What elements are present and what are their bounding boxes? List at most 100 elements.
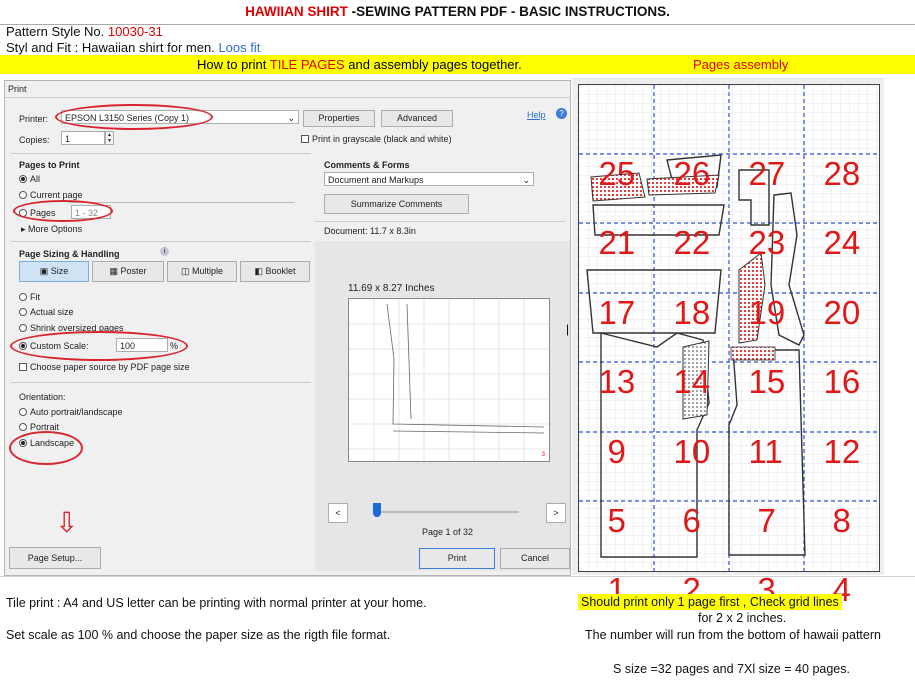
tile-number-16: 16 <box>823 363 861 401</box>
orientation-heading: Orientation: <box>19 392 66 402</box>
fit-radio[interactable] <box>19 293 27 301</box>
divider <box>315 221 565 222</box>
style-fit-label: Styl and Fit : Hawaiian shirt for men. <box>6 40 215 55</box>
page-slider-handle[interactable] <box>373 503 381 517</box>
print-dialog: Print Printer: EPSON L3150 Series (Copy … <box>4 80 571 576</box>
tile-number-13: 13 <box>598 363 636 401</box>
cancel-button[interactable]: Cancel <box>500 548 570 569</box>
tile-number-12: 12 <box>823 432 861 470</box>
custom-scale-highlight-oval <box>10 331 188 361</box>
print-button[interactable]: Print <box>419 548 495 569</box>
chevron-right-icon: > <box>553 508 559 518</box>
more-options-toggle[interactable]: ▸ More Options <box>21 224 82 235</box>
preview-size-label: 11.69 x 8.27 Inches <box>348 283 435 294</box>
tile-number-10: 10 <box>673 432 711 470</box>
poster-button[interactable]: ▦ Poster <box>92 261 164 282</box>
grayscale-checkbox[interactable] <box>301 135 309 143</box>
instructions-bar: How to print TILE PAGES and assembly pag… <box>0 55 915 74</box>
page-counter: Page 1 of 32 <box>422 527 474 537</box>
copies-spinner[interactable]: ▲ ▼ <box>105 131 114 145</box>
size-label: Size <box>50 266 69 276</box>
tile-pages-heading: How to print TILE PAGES and assembly pag… <box>197 55 522 74</box>
pattern-style-line: Pattern Style No. 10030-31 <box>6 24 163 39</box>
booklet-button[interactable]: ◧ Booklet <box>240 261 310 282</box>
print-one-note: Should print only 1 page first , Check g… <box>578 594 842 610</box>
current-page-label: Current page <box>30 190 83 200</box>
copies-label: Copies: <box>19 135 50 145</box>
multiple-label: Multiple <box>192 266 224 276</box>
tile-number-20: 20 <box>823 293 861 331</box>
info-icon[interactable]: i <box>160 247 169 256</box>
booklet-label: Booklet <box>265 266 296 276</box>
portrait-radio[interactable] <box>19 423 27 431</box>
all-label: All <box>30 174 41 184</box>
divider <box>11 382 311 383</box>
tile-number-24: 24 <box>823 224 861 262</box>
number-run-note: The number will run from the bottom of h… <box>585 628 881 642</box>
paper-source-checkbox[interactable] <box>19 363 27 371</box>
divider <box>11 241 311 242</box>
multiple-button[interactable]: ◫ Multiple <box>167 261 237 282</box>
advanced-button[interactable]: Advanced <box>381 110 453 127</box>
comments-select[interactable]: Document and Markups ⌄ <box>324 172 534 186</box>
pattern-sheet: 25 26 27 28 21 22 23 24 17 18 19 20 13 14 15 16 9 10 11 12 5… <box>578 84 880 606</box>
sizes-note: S size =32 pages and 7Xl size = 40 pages… <box>613 662 850 676</box>
current-page-radio[interactable] <box>19 191 27 199</box>
auto-orientation-label: Auto portrait/landscape <box>30 407 123 417</box>
pages-to-print-heading: Pages to Print <box>19 160 80 170</box>
comments-value: Document and Markups <box>328 175 424 185</box>
tile-number-28: 28 <box>823 155 861 192</box>
grayscale-label: Print in grayscale (black and white) <box>312 134 452 144</box>
all-radio[interactable] <box>19 175 27 183</box>
tile-number-9: 9 <box>607 432 626 470</box>
tile-number-21: 21 <box>598 224 636 262</box>
poster-icon: ▦ <box>109 266 118 276</box>
tile-number-26: 26 <box>673 155 711 192</box>
preview-grid <box>349 299 549 461</box>
prev-page-button[interactable]: < <box>328 503 348 523</box>
actual-size-radio[interactable] <box>19 308 27 316</box>
title-red: HAWIIAN SHIRT <box>245 4 348 19</box>
tile-number-25: 25 <box>598 155 636 192</box>
page-sizing-heading: Page Sizing & Handling <box>19 249 120 259</box>
divider <box>11 153 311 154</box>
pages-highlight-oval <box>13 200 113 222</box>
page-title: HAWIIAN SHIRT -SEWING PATTERN PDF - BASI… <box>0 0 915 25</box>
multiple-icon: ◫ <box>180 266 190 276</box>
poster-label: Poster <box>120 266 147 276</box>
tile-number-14: 14 <box>673 363 711 401</box>
help-link[interactable]: Help <box>527 110 546 120</box>
shrink-radio[interactable] <box>19 324 27 332</box>
chevron-left-icon: < <box>335 508 341 518</box>
style-fit-line: Styl and Fit : Hawaiian shirt for men. L… <box>6 40 260 55</box>
auto-orientation-radio[interactable] <box>19 408 27 416</box>
preview-page-number: 3 <box>541 452 545 458</box>
tile-number-8: 8 <box>832 502 851 539</box>
tile-number-7: 7 <box>757 502 776 539</box>
page-slider-track[interactable] <box>373 511 519 513</box>
caret-right-icon: ▸ <box>21 224 26 234</box>
divider <box>69 202 295 203</box>
fit-label: Fit <box>30 292 40 302</box>
chevron-down-icon: ⌄ <box>522 175 530 185</box>
printer-label: Printer: <box>19 114 49 124</box>
page-setup-button[interactable]: Page Setup... <box>9 547 101 569</box>
next-page-button[interactable]: > <box>546 503 566 523</box>
summarize-comments-button[interactable]: Summarize Comments <box>324 194 469 214</box>
tile-number-27: 27 <box>748 155 786 192</box>
grid-size-note: for 2 x 2 inches. <box>698 611 787 625</box>
dialog-title: Print <box>8 84 27 94</box>
heading-red: TILE PAGES <box>269 57 345 72</box>
actual-size-label: Actual size <box>30 307 74 317</box>
notes-divider <box>0 576 915 577</box>
help-icon[interactable]: ? <box>556 108 567 119</box>
tile-number-6: 6 <box>682 502 701 539</box>
comments-heading: Comments & Forms <box>324 160 410 170</box>
size-icon: ▣ <box>39 266 49 276</box>
title-divider <box>5 97 570 98</box>
copies-input[interactable]: 1 <box>61 131 105 145</box>
properties-button[interactable]: Properties <box>303 110 375 127</box>
tile-number-18: 18 <box>673 293 711 331</box>
tile-number-19: 19 <box>748 293 786 331</box>
size-button[interactable]: ▣ Size <box>19 261 89 282</box>
